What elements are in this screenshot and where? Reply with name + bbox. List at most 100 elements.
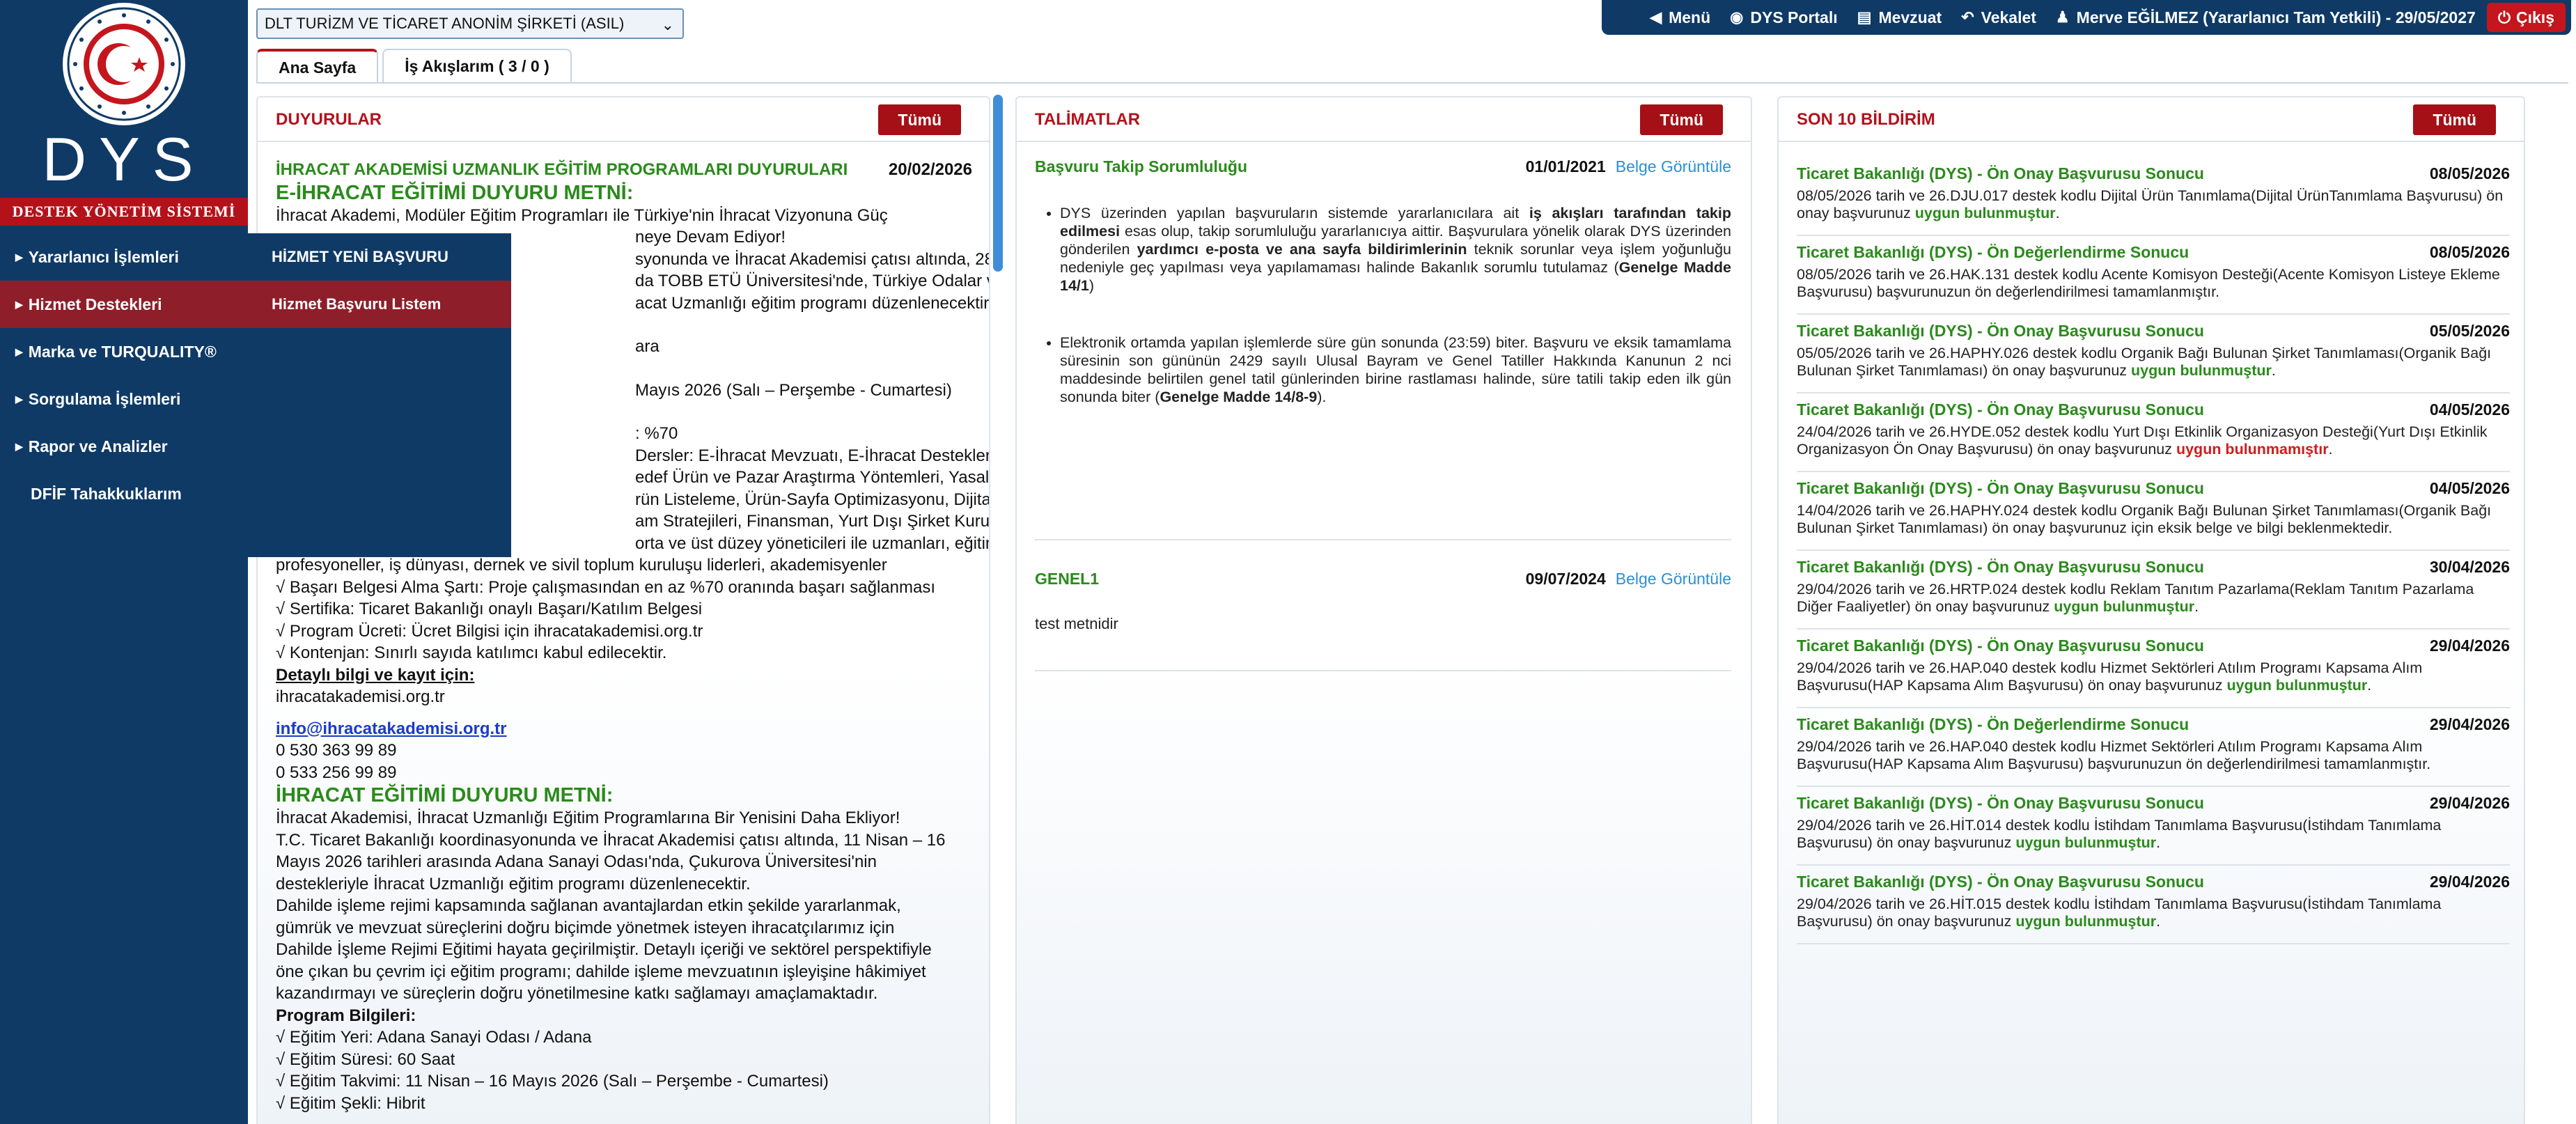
notification-message: 24/04/2026 tarih ve 26.HYDE.052 destek k… [1797, 423, 2488, 458]
hizmet-destekleri-submenu: HİZMET YENİ BAŞVURU Hizmet Başvuru Liste… [248, 233, 511, 557]
bildirim-header: SON 10 BİLDİRİM Tümü [1779, 97, 2524, 142]
notification-item[interactable]: Ticaret Bakanlığı (DYS) - Ön Onay Başvur… [1797, 630, 2510, 708]
notification-date: 29/04/2026 [2429, 715, 2510, 733]
caret-left-icon: ◀ [1650, 8, 1662, 26]
instruction-item: GENEL1 09/07/2024 Belge Görüntüle test m… [1035, 570, 1731, 633]
notification-item[interactable]: Ticaret Bakanlığı (DYS) - Ön Onay Başvur… [1797, 472, 2510, 551]
instruction-bullet: Elektronik ortamda yapılan işlemlerde sü… [1060, 334, 1731, 406]
sidebar-item-dfif[interactable]: DFİF Tahakkuklarım [0, 470, 248, 517]
notification-item[interactable]: Ticaret Bakanlığı (DYS) - Ön Onay Başvur… [1797, 157, 2510, 236]
notification-date: 29/04/2026 [2429, 794, 2510, 812]
user-label: Merve EĞİLMEZ (Yararlanıcı Tam Yetkili) … [2076, 8, 2476, 26]
notification-title: Ticaret Bakanlığı (DYS) - Ön Onay Başvur… [1797, 322, 2204, 340]
talimatlar-header: TALİMATLAR Tümü [1017, 97, 1751, 142]
sidebar-item-rapor-analizler[interactable]: ▶ Rapor ve Analizler [0, 423, 248, 470]
user-icon: ♟ [2055, 8, 2070, 26]
book-icon: ▤ [1857, 8, 1872, 26]
instruction-item: Başvuru Takip Sorumluluğu 01/01/2021 Bel… [1035, 157, 1731, 445]
notification-item[interactable]: Ticaret Bakanlığı (DYS) - Ön Onay Başvur… [1797, 866, 2510, 944]
bildirim-all-button[interactable]: Tümü [2413, 104, 2496, 135]
caret-right-icon: ▶ [15, 298, 23, 310]
notification-item[interactable]: Ticaret Bakanlığı (DYS) - Ön Değerlendir… [1797, 236, 2510, 315]
notification-text: 29/04/2026 tarih ve 26.HAP.040 destek ko… [1797, 738, 2510, 773]
vekalet-link[interactable]: ↶ Vekalet [1961, 8, 2036, 27]
notification-item[interactable]: Ticaret Bakanlığı (DYS) - Ön Onay Başvur… [1797, 393, 2510, 472]
notification-title: Ticaret Bakanlığı (DYS) - Ön Onay Başvur… [1797, 873, 2204, 891]
notification-header: Ticaret Bakanlığı (DYS) - Ön Onay Başvur… [1797, 551, 2510, 577]
announcement-line: √ Program Ücreti: Ücret Bilgisi için ihr… [276, 621, 703, 641]
divider [1035, 670, 1731, 671]
sidebar-item-label: DFİF Tahakkuklarım [31, 484, 182, 503]
notification-text: 29/04/2026 tarih ve 26.HAP.040 destek ko… [1797, 659, 2510, 694]
notification-result: uygun bulunmamıştır [2176, 441, 2329, 458]
view-document-link[interactable]: Belge Görüntüle [1616, 570, 1731, 588]
notification-date: 08/05/2026 [2429, 164, 2510, 182]
notification-item[interactable]: Ticaret Bakanlığı (DYS) - Ön Değerlendir… [1797, 708, 2510, 787]
bullet-text: ) [1088, 277, 1095, 294]
notification-text: 08/05/2026 tarih ve 26.DJU.017 destek ko… [1797, 187, 2510, 222]
instruction-date: 09/07/2024 [1525, 570, 1606, 588]
bullet-text: DYS üzerinden yapılan başvuruların siste… [1060, 205, 1529, 221]
sidebar-item-sorgulama[interactable]: ▶ Sorgulama İşlemleri [0, 375, 248, 423]
instruction-date: 01/01/2021 [1525, 157, 1606, 175]
announcement-line: profesyoneller, iş dünyası, dernek ve si… [276, 556, 887, 575]
submenu-item-basvuru-listem[interactable]: Hizmet Başvuru Listem [248, 281, 511, 328]
tab-is-akislarim[interactable]: İş Akışlarım ( 3 / 0 ) [382, 49, 572, 84]
announcement-heading: E-İHRACAT EĞİTİMİ DUYURU METNİ: [276, 181, 634, 204]
instruction-text: test metnidir [1035, 615, 1118, 632]
view-document-link[interactable]: Belge Görüntüle [1616, 157, 1731, 176]
instruction-bullets: DYS üzerinden yapılan başvuruların siste… [1060, 204, 1731, 406]
email-link[interactable]: info@ihracatakademisi.org.tr [276, 718, 972, 740]
company-select[interactable]: DLT TURİZM VE TİCARET ANONİM ŞİRKETİ (AS… [256, 8, 684, 39]
notification-title: Ticaret Bakanlığı (DYS) - Ön Onay Başvur… [1797, 400, 2204, 419]
menu-link[interactable]: ◀ Menü [1650, 8, 1710, 27]
phone-number: 0 530 363 99 89 [276, 741, 397, 760]
notification-header: Ticaret Bakanlığı (DYS) - Ön Onay Başvur… [1797, 157, 2510, 183]
logout-button[interactable]: ⏻ Çıkış [2486, 3, 2566, 32]
notification-text: 29/04/2026 tarih ve 26.HİT.014 destek ko… [1797, 817, 2510, 852]
announcement-title[interactable]: İHRACAT AKADEMİSİ UZMANLIK EĞİTİM PROGRA… [276, 159, 848, 181]
notification-text: 14/04/2026 tarih ve 26.HAPHY.024 destek … [1797, 502, 2510, 537]
announcement-line: destekleriyle İhracat Uzmanlığı eğitim p… [276, 874, 751, 893]
notification-message: 14/04/2026 tarih ve 26.HAPHY.024 destek … [1797, 502, 2492, 536]
announcement-line: Dahilde işleme rejimi kapsamında sağlana… [276, 896, 901, 915]
announcement-line: İhracat Akademisi, İhracat Uzmanlığı Eği… [276, 809, 900, 827]
notification-header: Ticaret Bakanlığı (DYS) - Ön Onay Başvur… [1797, 315, 2510, 341]
announcement-line: √ Eğitim Süresi: 60 Saat [276, 1049, 455, 1069]
notification-text: 24/04/2026 tarih ve 26.HYDE.052 destek k… [1797, 423, 2510, 458]
sidebar-item-marka-turquality[interactable]: ▶ Marka ve TURQUALITY® [0, 328, 248, 375]
notification-header: Ticaret Bakanlığı (DYS) - Ön Değerlendir… [1797, 708, 2510, 734]
logout-label: Çıkış [2516, 8, 2554, 26]
dys-portal-link[interactable]: ◉ DYS Portalı [1730, 8, 1837, 27]
talimatlar-all-button[interactable]: Tümü [1640, 104, 1723, 135]
notification-message: 08/05/2026 tarih ve 26.DJU.017 destek ko… [1797, 187, 2504, 221]
brand-name: DYS [42, 125, 206, 194]
sidebar-item-hizmet-destekleri[interactable]: ▶ Hizmet Destekleri [0, 281, 248, 328]
notification-tail: . [2328, 441, 2333, 458]
announcement-subheading: Program Bilgileri: [276, 1006, 416, 1025]
duyurular-scrollbar[interactable] [993, 95, 1003, 272]
duyurular-all-button[interactable]: Tümü [878, 104, 961, 135]
notification-tail: . [2055, 205, 2060, 221]
notification-date: 04/05/2026 [2429, 479, 2510, 497]
submenu-item-yeni-basvuru[interactable]: HİZMET YENİ BAŞVURU [248, 233, 511, 281]
notification-item[interactable]: Ticaret Bakanlığı (DYS) - Ön Onay Başvur… [1797, 551, 2510, 630]
notification-tail: . [2367, 677, 2372, 694]
notification-message: 08/05/2026 tarih ve 26.HAK.131 destek ko… [1797, 266, 2500, 300]
talimatlar-title: TALİMATLAR [1035, 110, 1141, 129]
portal-label: DYS Portalı [1750, 8, 1838, 26]
tab-ana-sayfa[interactable]: Ana Sayfa [256, 49, 379, 84]
sidebar-item-label: Yararlanıcı İşlemleri [28, 247, 179, 266]
bullet-emphasis: Genelge Madde 14/8-9 [1160, 389, 1318, 405]
notification-result: uygun bulunmuştur [2226, 677, 2368, 694]
sidebar-item-yararlanici[interactable]: ▶ Yararlanıcı İşlemleri [0, 233, 248, 281]
notification-text: 08/05/2026 tarih ve 26.HAK.131 destek ko… [1797, 266, 2510, 301]
user-info[interactable]: ♟ Merve EĞİLMEZ (Yararlanıcı Tam Yetkili… [2056, 8, 2476, 27]
notification-item[interactable]: Ticaret Bakanlığı (DYS) - Ön Onay Başvur… [1797, 787, 2510, 866]
notification-item[interactable]: Ticaret Bakanlığı (DYS) - Ön Onay Başvur… [1797, 315, 2510, 393]
announcement-line: İhracat Akademi, Modüler Eğitim Programl… [276, 205, 888, 225]
announcement-heading: İHRACAT EĞİTİMİ DUYURU METNİ: [276, 784, 614, 806]
notification-date: 04/05/2026 [2429, 400, 2510, 419]
mevzuat-link[interactable]: ▤ Mevzuat [1857, 8, 1942, 27]
notification-title: Ticaret Bakanlığı (DYS) - Ön Değerlendir… [1797, 243, 2189, 261]
